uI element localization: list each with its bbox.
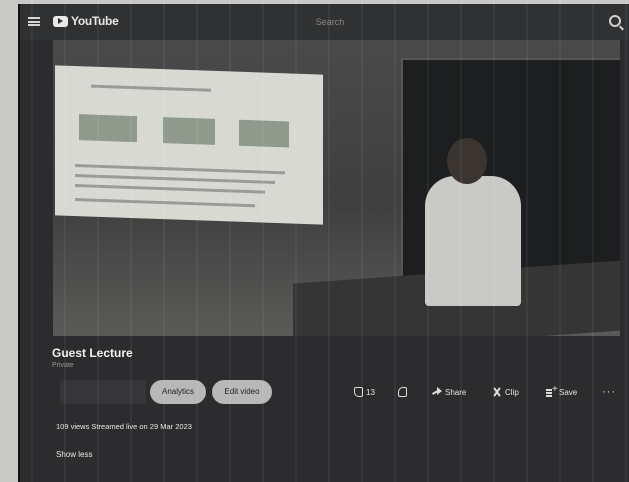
save-button[interactable]: Save bbox=[546, 384, 578, 397]
speaker bbox=[425, 176, 521, 306]
search-icon[interactable] bbox=[609, 15, 621, 27]
clip-label: Clip bbox=[505, 387, 519, 397]
channel-info[interactable] bbox=[60, 380, 146, 404]
more-icon[interactable]: ··· bbox=[602, 386, 616, 398]
logo-text: YouTube bbox=[71, 14, 119, 28]
top-bar: YouTube Search bbox=[20, 4, 629, 40]
clip-button[interactable]: Clip bbox=[492, 387, 519, 397]
youtube-logo-icon bbox=[53, 15, 68, 27]
video-metadata: 109 views Streamed live on 29 Mar 2023 bbox=[56, 422, 192, 431]
dislike-button[interactable] bbox=[398, 387, 407, 397]
speaker-head bbox=[447, 138, 487, 184]
search-input[interactable]: Search bbox=[260, 14, 400, 30]
youtube-logo[interactable]: YouTube bbox=[53, 14, 119, 28]
projected-slide bbox=[55, 65, 323, 225]
save-icon bbox=[546, 384, 558, 397]
share-icon bbox=[432, 387, 442, 397]
show-less-link[interactable]: Show less bbox=[56, 450, 92, 459]
share-label: Share bbox=[445, 387, 467, 397]
video-title: Guest Lecture bbox=[52, 346, 133, 360]
video-player[interactable] bbox=[53, 40, 620, 336]
like-count: 13 bbox=[366, 387, 375, 397]
edit-video-button[interactable]: Edit video bbox=[212, 380, 272, 404]
youtube-watch-page: YouTube Search Guest Lecture Private Ana… bbox=[18, 4, 629, 482]
analytics-button[interactable]: Analytics bbox=[150, 380, 206, 404]
thumbs-down-icon bbox=[398, 387, 407, 397]
clip-icon bbox=[492, 387, 502, 397]
like-button[interactable]: 13 bbox=[354, 387, 375, 397]
privacy-badge: Private bbox=[52, 362, 74, 369]
save-label: Save bbox=[559, 387, 578, 397]
menu-icon[interactable] bbox=[28, 17, 40, 26]
thumbs-up-icon bbox=[354, 387, 363, 397]
share-button[interactable]: Share bbox=[432, 387, 466, 397]
